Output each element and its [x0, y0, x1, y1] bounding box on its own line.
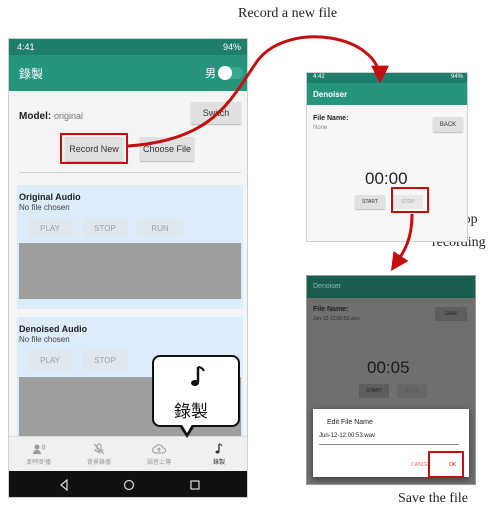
flow-arrows [127, 35, 414, 271]
arrow-stop-to-save [391, 213, 414, 271]
arrow-record-to-denoiser [127, 35, 389, 148]
